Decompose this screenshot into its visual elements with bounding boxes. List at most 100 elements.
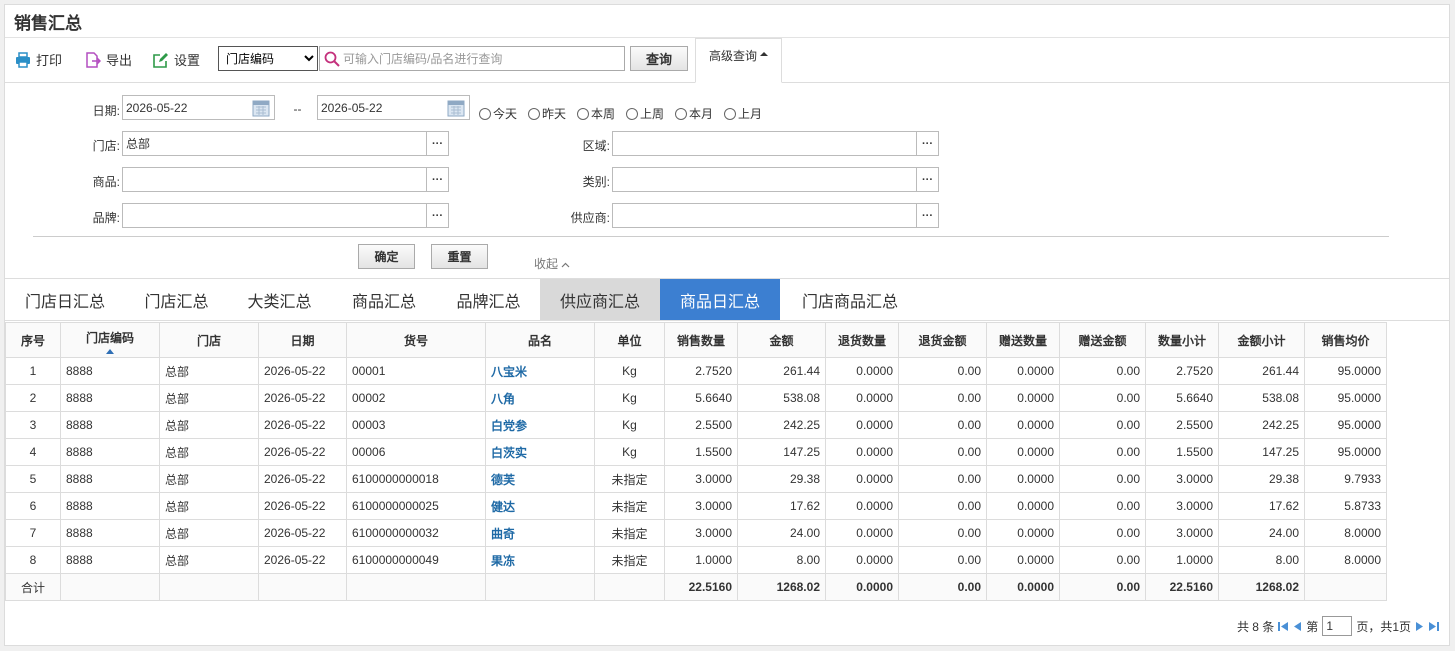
column-header-label: 销售均价	[1321, 333, 1370, 348]
cell-qty-subtotal: 1.5500	[1145, 438, 1219, 466]
cell-product-name[interactable]: 曲奇	[485, 519, 595, 547]
column-header-label: 序号	[20, 333, 45, 348]
cell-seq: 8	[5, 546, 61, 574]
table-row[interactable]: 3 8888 总部 2026-05-22 00003 白党参 Kg 2.5500 242.25 0…	[5, 411, 1387, 439]
total-cell-item-code	[346, 573, 486, 601]
category-field[interactable]	[612, 167, 917, 192]
cell-qty-subtotal: 2.7520	[1145, 357, 1219, 385]
tab-supplier[interactable]: 供应商汇总	[540, 279, 660, 320]
total-cell-gift-amount: 0.00	[1059, 573, 1146, 601]
cell-product-name[interactable]: 果冻	[485, 546, 595, 574]
store-field[interactable]: 总部	[122, 131, 427, 156]
supplier-field[interactable]	[612, 203, 917, 228]
total-cell-qty-subtotal: 22.5160	[1145, 573, 1219, 601]
cell-avg-price: 9.7933	[1304, 465, 1387, 493]
first-page-icon[interactable]	[1278, 621, 1289, 632]
table-row[interactable]: 4 8888 总部 2026-05-22 00006 白茨实 Kg 1.5500 147.25 0…	[5, 438, 1387, 466]
product-field[interactable]	[122, 167, 427, 192]
radio-circle[interactable]	[479, 107, 491, 120]
column-header-qty-subtotal[interactable]: 数量小计	[1145, 322, 1219, 358]
column-header-return-qty[interactable]: 退货数量	[825, 322, 899, 358]
range-this-week-radio[interactable]: 本周	[577, 105, 615, 122]
cell-product-name[interactable]: 白党参	[485, 411, 595, 439]
range-this-month-radio[interactable]: 本月	[675, 105, 713, 122]
table-row[interactable]: 6 8888 总部 2026-05-22 6100000000025 健达 未指定 3.000…	[5, 492, 1387, 520]
column-header-date[interactable]: 日期	[258, 322, 347, 358]
cell-product-name[interactable]: 德芙	[485, 465, 595, 493]
column-header-item-code[interactable]: 货号	[346, 322, 486, 358]
column-header-sales-qty[interactable]: 销售数量	[664, 322, 738, 358]
cell-product-name[interactable]: 八宝米	[485, 357, 595, 385]
radio-circle[interactable]	[577, 107, 589, 120]
tab-store-daily[interactable]: 门店日汇总	[5, 279, 125, 320]
advanced-query-panel: 日期: 2026-05-22 -- 2026-05-22 今天 昨天 本周 上周…	[5, 83, 1449, 279]
tab-brand[interactable]: 品牌汇总	[437, 279, 540, 320]
tab-category[interactable]: 大类汇总	[228, 279, 331, 320]
range-last-month-radio[interactable]: 上月	[724, 105, 762, 122]
print-button[interactable]: 打印	[15, 50, 62, 69]
search-input[interactable]	[343, 51, 613, 66]
query-button[interactable]: 查询	[630, 46, 688, 71]
collapse-toggle[interactable]: 收起	[534, 255, 570, 272]
settings-button[interactable]: 设置	[153, 50, 200, 69]
cell-return-qty: 0.0000	[825, 492, 899, 520]
radio-circle[interactable]	[528, 107, 540, 120]
tab-store[interactable]: 门店汇总	[125, 279, 228, 320]
column-header-gift-qty[interactable]: 赠送数量	[986, 322, 1060, 358]
column-header-product-name[interactable]: 品名	[485, 322, 595, 358]
table-row[interactable]: 8 8888 总部 2026-05-22 6100000000049 果冻 未指定 1.000…	[5, 546, 1387, 574]
confirm-button[interactable]: 确定	[358, 244, 415, 269]
column-header-store-code[interactable]: 门店编码	[60, 322, 160, 358]
search-field-select[interactable]: 门店编码	[218, 46, 318, 71]
column-header-return-amount[interactable]: 退货金额	[898, 322, 987, 358]
column-header-avg-price[interactable]: 销售均价	[1304, 322, 1387, 358]
prev-page-icon[interactable]	[1293, 621, 1302, 632]
radio-circle[interactable]	[724, 107, 736, 120]
column-header-gift-amount[interactable]: 赠送金额	[1059, 322, 1146, 358]
cell-avg-price: 95.0000	[1304, 411, 1387, 439]
column-header-label: 数量小计	[1157, 333, 1206, 348]
column-header-unit[interactable]: 单位	[594, 322, 665, 358]
supplier-picker-button[interactable]: ···	[916, 203, 939, 228]
column-header-amount[interactable]: 金额	[737, 322, 826, 358]
range-today-radio[interactable]: 今天	[479, 105, 517, 122]
region-field[interactable]	[612, 131, 917, 156]
radio-circle[interactable]	[675, 107, 687, 120]
page-number-input[interactable]: 1	[1322, 616, 1353, 636]
region-picker-button[interactable]: ···	[916, 131, 939, 156]
reset-button[interactable]: 重置	[431, 244, 488, 269]
table-row[interactable]: 7 8888 总部 2026-05-22 6100000000032 曲奇 未指定 3.000…	[5, 519, 1387, 547]
product-picker-button[interactable]: ···	[426, 167, 449, 192]
cell-avg-price: 8.0000	[1304, 546, 1387, 574]
date-from-field[interactable]: 2026-05-22	[122, 95, 275, 120]
cell-sales-qty: 5.6640	[664, 384, 738, 412]
brand-field[interactable]	[122, 203, 427, 228]
last-page-icon[interactable]	[1428, 621, 1439, 632]
tab-product[interactable]: 商品汇总	[331, 279, 437, 320]
advanced-query-toggle[interactable]: 高级查询	[695, 38, 782, 83]
calendar-icon[interactable]	[252, 99, 270, 117]
export-button[interactable]: 导出	[85, 50, 132, 69]
radio-circle[interactable]	[626, 107, 638, 120]
cell-product-name[interactable]: 白茨实	[485, 438, 595, 466]
table-row[interactable]: 1 8888 总部 2026-05-22 00001 八宝米 Kg 2.7520 261.44 0…	[5, 357, 1387, 385]
date-to-field[interactable]: 2026-05-22	[317, 95, 470, 120]
next-page-icon[interactable]	[1415, 621, 1424, 632]
column-header-store[interactable]: 门店	[159, 322, 259, 358]
column-header-seq[interactable]: 序号	[5, 322, 61, 358]
table-row[interactable]: 2 8888 总部 2026-05-22 00002 八角 Kg 5.6640 538.08 0.…	[5, 384, 1387, 412]
tab-store-product[interactable]: 门店商品汇总	[780, 279, 920, 320]
cell-qty-subtotal: 3.0000	[1145, 465, 1219, 493]
column-header-amount-subtotal[interactable]: 金额小计	[1218, 322, 1305, 358]
tab-product-daily[interactable]: 商品日汇总	[660, 279, 780, 320]
category-picker-button[interactable]: ···	[916, 167, 939, 192]
column-header-label: 退货金额	[918, 333, 967, 348]
range-last-week-radio[interactable]: 上周	[626, 105, 664, 122]
table-row[interactable]: 5 8888 总部 2026-05-22 6100000000018 德芙 未指定 3.000…	[5, 465, 1387, 493]
store-picker-button[interactable]: ···	[426, 131, 449, 156]
cell-product-name[interactable]: 八角	[485, 384, 595, 412]
brand-picker-button[interactable]: ···	[426, 203, 449, 228]
cell-product-name[interactable]: 健达	[485, 492, 595, 520]
range-yesterday-radio[interactable]: 昨天	[528, 105, 566, 122]
calendar-icon[interactable]	[447, 99, 465, 117]
